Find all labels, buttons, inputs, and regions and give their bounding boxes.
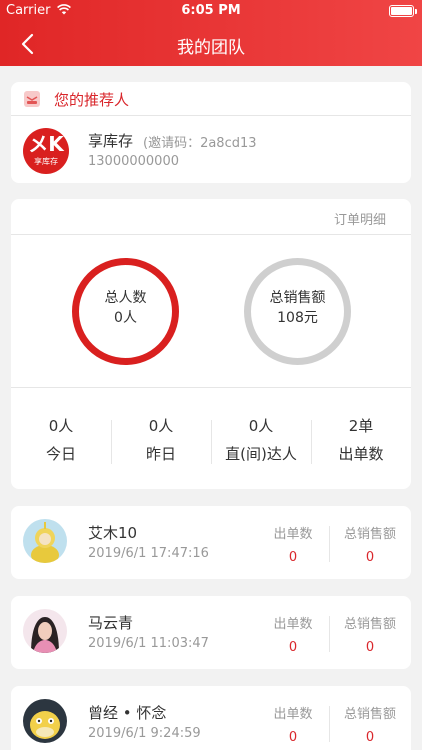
avatar: [23, 699, 67, 743]
member-row[interactable]: 艾木10 2019/6/1 17:47:16 出单数 0 总销售额 0: [11, 506, 411, 579]
member-orders-label: 出单数: [273, 617, 313, 632]
referrer-section-header: 您的推荐人: [11, 82, 411, 116]
member-orders: 出单数 0: [257, 706, 329, 746]
referrer-card: 您的推荐人 メK 享库存 享库存 (邀请码：2a8cd13 1300000000…: [11, 82, 411, 183]
member-sales-label: 总销售额: [343, 617, 396, 632]
stat-order-count-label: 出单数: [338, 445, 384, 463]
status-time: 6:05 PM: [181, 3, 241, 18]
member-row[interactable]: 曾经 • 怀念 2019/6/1 9:24:59 出单数 0 总销售额 0: [11, 686, 411, 750]
member-sales-value: 0: [365, 640, 375, 655]
stat-direct-indirect: 0人 直(间)达人: [211, 416, 311, 464]
member-sales-value: 0: [365, 730, 375, 745]
page-title: 我的团队: [177, 38, 245, 58]
member-sales: 总销售额 0: [334, 616, 406, 656]
status-bar: Carrier 6:05 PM: [0, 0, 422, 22]
stat-yesterday-label: 昨日: [145, 445, 176, 463]
member-name: 曾经 • 怀念: [88, 704, 167, 722]
member-join-date: 2019/6/1 11:03:47: [88, 636, 209, 651]
stat-yesterday: 0人 昨日: [111, 416, 211, 464]
referrer-invite-code: (邀请码：2a8cd13: [143, 136, 257, 151]
team-stats-card: 订单明细 总人数 0人 总销售额 108元 0人 今日 0人 昨日 0人 直(间…: [11, 199, 411, 489]
member-sales: 总销售额 0: [334, 526, 406, 566]
member-orders-value: 0: [288, 730, 298, 745]
total-sales-ring: 总销售额 108元: [244, 258, 351, 365]
referrer-section-title: 您的推荐人: [54, 91, 130, 109]
member-orders-value: 0: [288, 640, 298, 655]
member-orders: 出单数 0: [257, 526, 329, 566]
total-people-ring: 总人数 0人: [72, 258, 179, 365]
stat-today: 0人 今日: [11, 416, 111, 464]
logo-mark: メK: [28, 132, 64, 156]
stat-today-value: 0人: [48, 417, 74, 435]
member-join-date: 2019/6/1 9:24:59: [88, 726, 201, 741]
divider: [329, 526, 330, 562]
stat-direct-indirect-label: 直(间)达人: [225, 445, 297, 463]
divider: [11, 387, 411, 388]
stat-order-count-value: 2单: [348, 417, 374, 435]
app-header: Carrier 6:05 PM 我的团队: [0, 0, 422, 66]
stat-direct-indirect-value: 0人: [248, 417, 274, 435]
avatar: [23, 609, 67, 653]
member-orders-value: 0: [288, 550, 298, 565]
member-row[interactable]: 马云青 2019/6/1 11:03:47 出单数 0 总销售额 0: [11, 596, 411, 669]
member-sales: 总销售额 0: [334, 706, 406, 746]
referrer-phone: 13000000000: [88, 154, 179, 169]
referrer-name: 享库存: [88, 132, 134, 150]
avatar: [23, 519, 67, 563]
stat-yesterday-value: 0人: [148, 417, 174, 435]
stat-today-label: 今日: [45, 445, 76, 463]
member-orders: 出单数 0: [257, 616, 329, 656]
member-name: 艾木10: [88, 524, 138, 542]
stat-order-count: 2单 出单数: [311, 416, 411, 464]
member-orders-label: 出单数: [273, 527, 313, 542]
battery-icon: [389, 5, 417, 17]
logo-sub: 享库存: [34, 157, 58, 166]
member-sales-label: 总销售额: [343, 527, 396, 542]
member-orders-label: 出单数: [273, 707, 313, 722]
member-join-date: 2019/6/1 17:47:16: [88, 546, 209, 561]
referrer-logo: メK 享库存: [23, 128, 69, 174]
divider: [329, 616, 330, 652]
total-sales-value: 108元: [277, 310, 318, 326]
member-sales-value: 0: [365, 550, 375, 565]
member-name: 马云青: [88, 614, 134, 632]
divider: [11, 234, 411, 235]
total-people-value: 0人: [114, 310, 137, 326]
order-detail-link[interactable]: 订单明细: [334, 209, 386, 228]
member-sales-label: 总销售额: [343, 707, 396, 722]
referrer-card-icon: [24, 91, 40, 107]
total-sales-label: 总销售额: [269, 290, 326, 306]
divider: [329, 706, 330, 742]
total-people-label: 总人数: [104, 290, 147, 306]
